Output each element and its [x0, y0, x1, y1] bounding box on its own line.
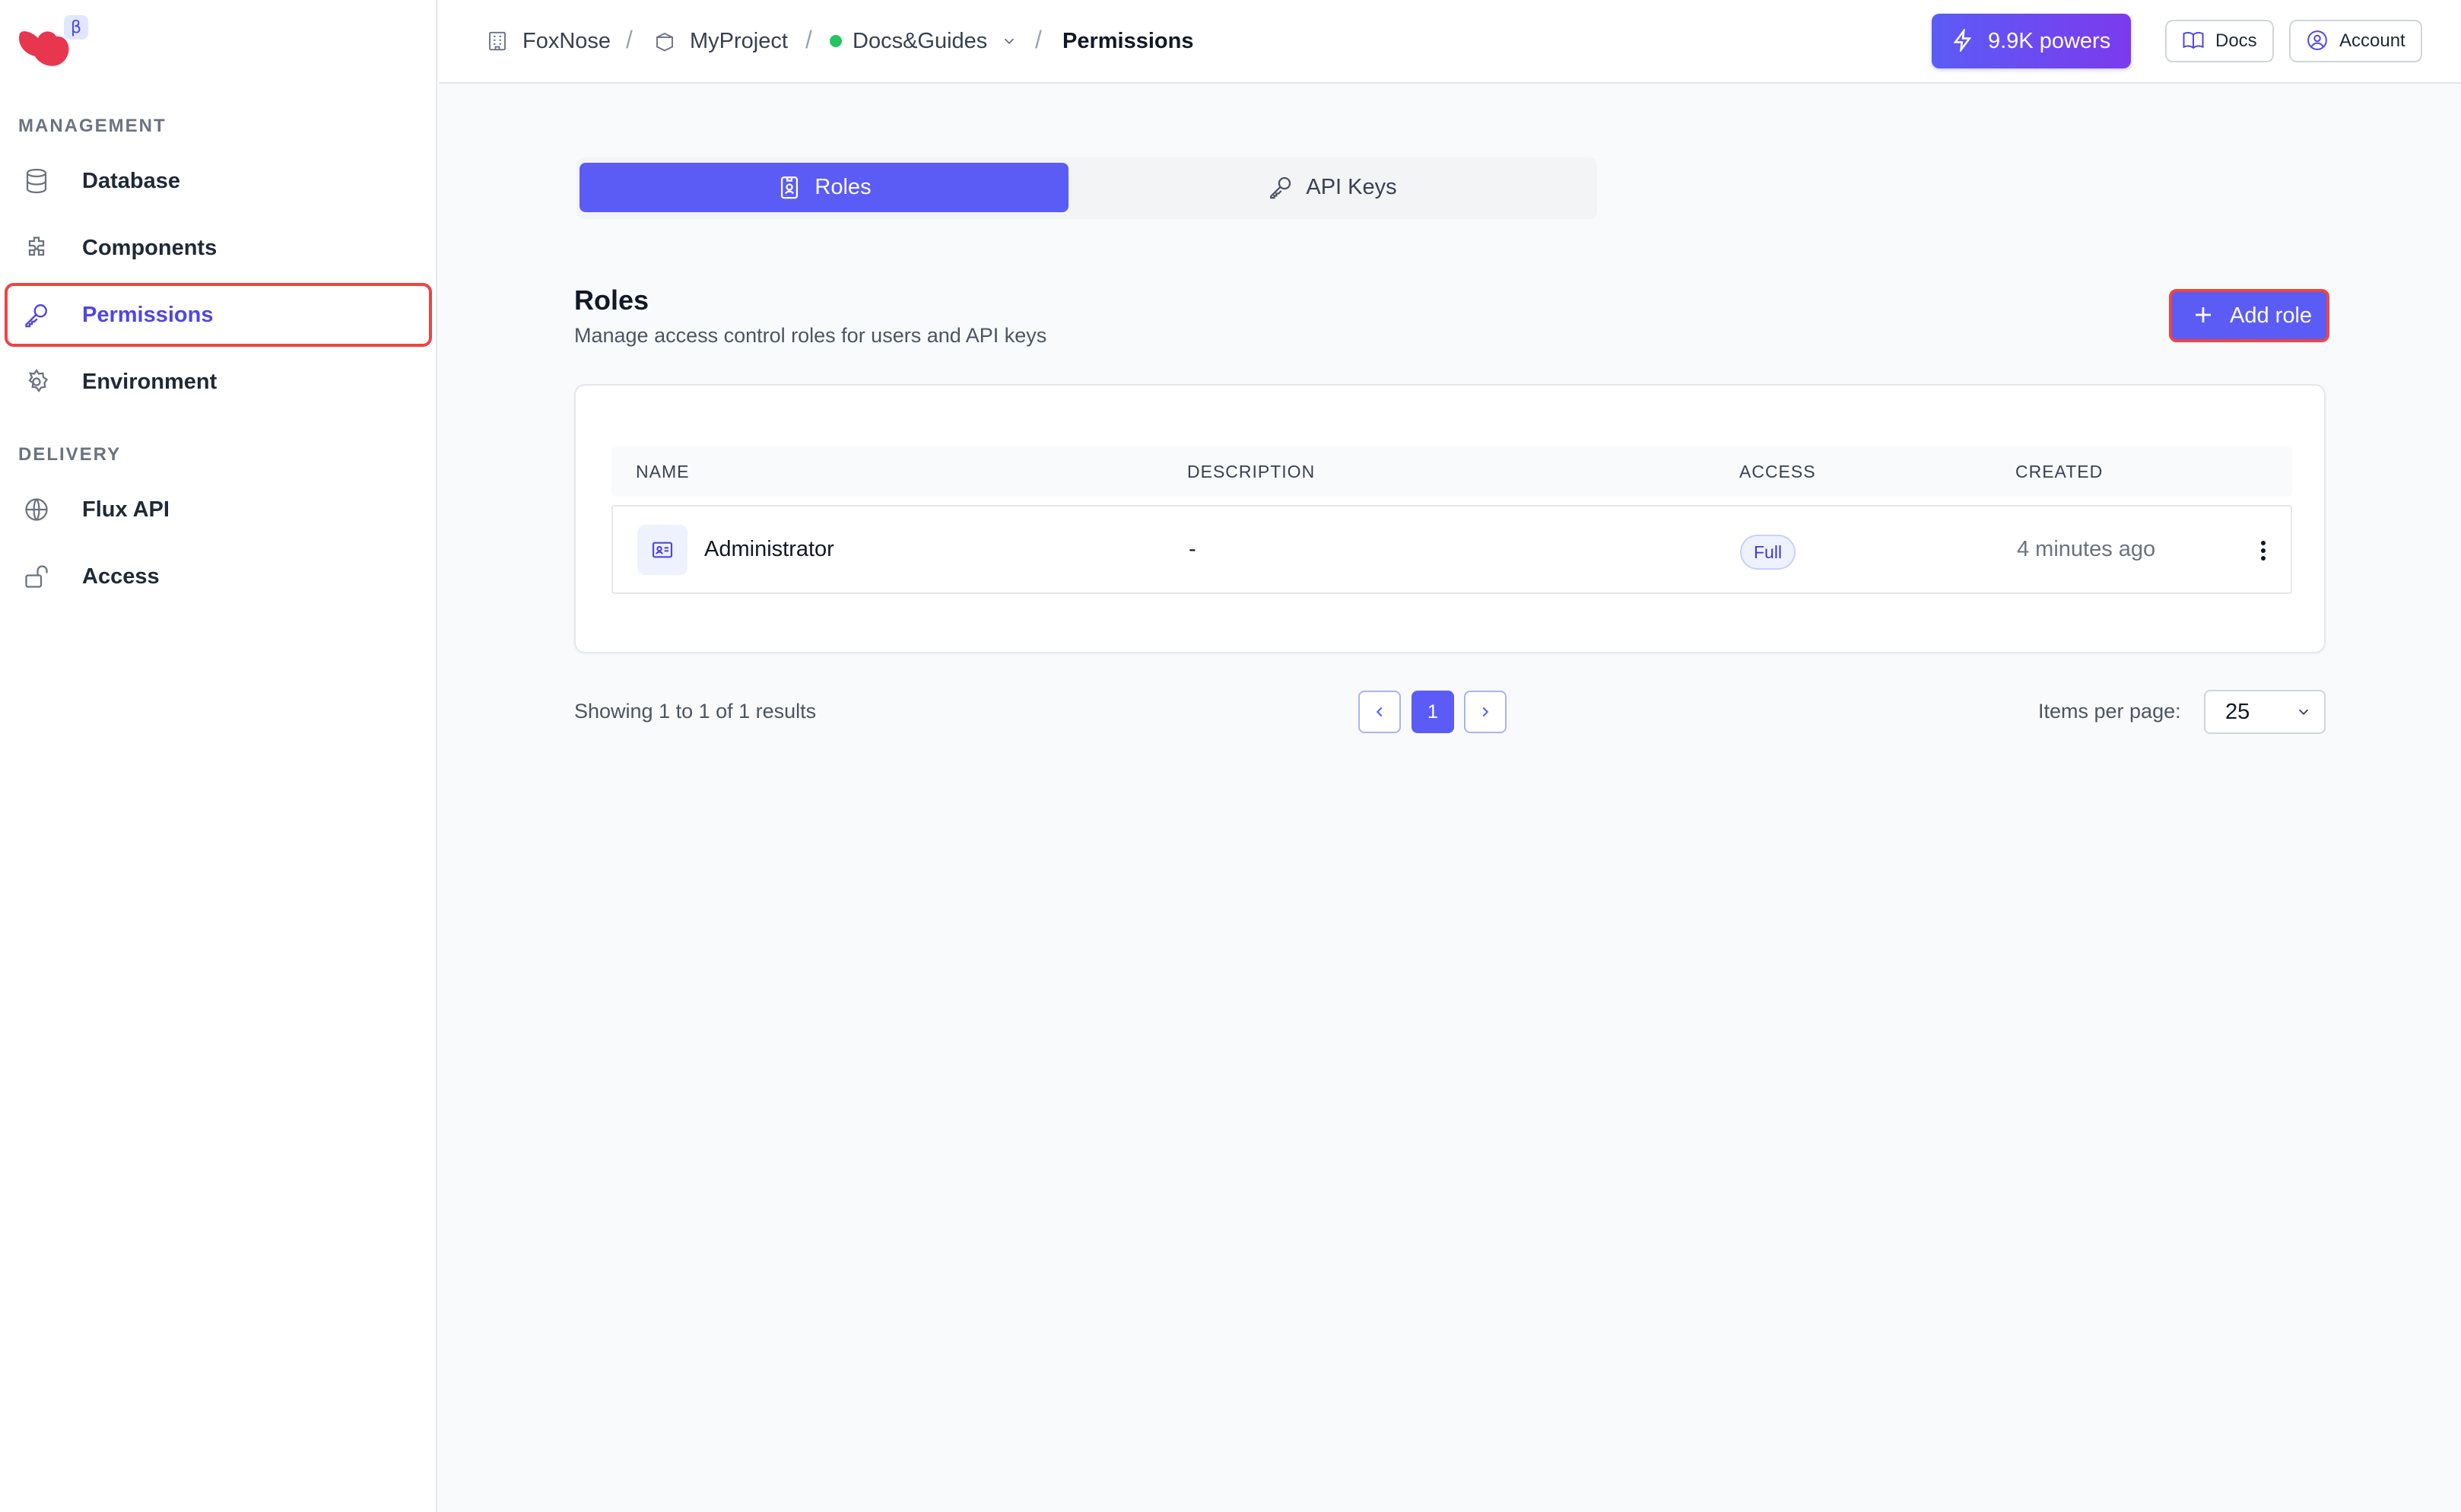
- id-badge-icon: [776, 174, 804, 202]
- table-header: NAME DESCRIPTION ACCESS CREATED: [611, 446, 2292, 497]
- role-created: 4 minutes ago: [2017, 537, 2156, 561]
- breadcrumb-separator: /: [626, 26, 633, 53]
- book-icon: [2182, 29, 2206, 53]
- section-title-delivery: DELIVERY: [18, 444, 122, 465]
- chevron-down-icon: [2295, 704, 2313, 722]
- tab-bar: Roles API Keys: [576, 157, 1597, 219]
- powers-button[interactable]: 9.9K powers: [1932, 14, 2131, 68]
- items-per-page-value: 25: [2225, 699, 2250, 724]
- unlock-icon: [20, 560, 53, 593]
- prev-page-button[interactable]: [1358, 691, 1401, 733]
- roles-table-card: NAME DESCRIPTION ACCESS CREATED Administ…: [574, 384, 2326, 653]
- more-options-icon[interactable]: [2248, 535, 2278, 566]
- docs-label: Docs: [2215, 30, 2257, 51]
- building-icon: [486, 28, 512, 54]
- key-icon: [20, 298, 53, 332]
- breadcrumb-label: Docs&Guides: [853, 28, 988, 53]
- database-icon: [20, 164, 53, 198]
- next-page-button[interactable]: [1464, 691, 1507, 733]
- sidebar-item-label: Flux API: [82, 497, 170, 522]
- breadcrumb-label: Permissions: [1062, 28, 1194, 53]
- role-name[interactable]: Administrator: [704, 537, 834, 562]
- tab-roles[interactable]: Roles: [580, 163, 1069, 212]
- sidebar-item-permissions[interactable]: Permissions: [5, 283, 432, 347]
- tab-label: API Keys: [1306, 175, 1397, 199]
- box-icon: [653, 28, 679, 54]
- sidebar-item-label: Environment: [82, 369, 218, 394]
- tab-label: Roles: [815, 175, 872, 199]
- table-row[interactable]: Administrator - Full 4 minutes ago: [611, 505, 2292, 594]
- user-circle-icon: [2306, 29, 2330, 53]
- chevron-down-icon: [1001, 33, 1018, 49]
- sidebar-item-flux-api[interactable]: Flux API: [5, 478, 432, 542]
- page-title: Roles: [574, 284, 649, 316]
- breadcrumb-environment-select[interactable]: Docs&Guides: [830, 26, 1018, 56]
- breadcrumb-separator: /: [805, 26, 812, 53]
- puzzle-icon: [20, 231, 53, 265]
- tab-api-keys[interactable]: API Keys: [1071, 163, 1594, 212]
- key-icon: [1268, 174, 1295, 202]
- account-button[interactable]: Account: [2289, 20, 2422, 62]
- page-button-current[interactable]: 1: [1412, 691, 1454, 733]
- sidebar-item-environment[interactable]: Environment: [5, 350, 432, 414]
- sidebar-item-database[interactable]: Database: [5, 149, 432, 213]
- column-header-created[interactable]: CREATED: [2015, 462, 2103, 482]
- lightning-icon: [1951, 29, 1976, 53]
- column-header-description[interactable]: DESCRIPTION: [1187, 462, 1315, 482]
- top-bar: FoxNose / MyProject / Docs&Guides / Perm…: [439, 0, 2461, 84]
- id-card-icon: [637, 525, 687, 575]
- section-title-management: MANAGEMENT: [18, 116, 167, 136]
- role-description: -: [1189, 537, 1196, 561]
- breadcrumb-myproject[interactable]: MyProject: [653, 26, 788, 56]
- add-role-button[interactable]: Add role: [2169, 289, 2329, 342]
- breadcrumb-label: FoxNose: [522, 28, 611, 53]
- sidebar: β MANAGEMENT Database Components Permiss…: [0, 0, 437, 1512]
- page-subtitle: Manage access control roles for users an…: [574, 324, 1047, 347]
- status-dot: [830, 35, 842, 47]
- items-per-page-select[interactable]: 25: [2204, 690, 2326, 734]
- powers-label: 9.9K powers: [1988, 28, 2111, 53]
- sidebar-item-label: Access: [82, 564, 160, 589]
- column-header-name[interactable]: NAME: [636, 462, 689, 482]
- breadcrumb-foxnose[interactable]: FoxNose: [486, 26, 611, 56]
- account-label: Account: [2339, 30, 2405, 51]
- results-summary: Showing 1 to 1 of 1 results: [574, 700, 817, 723]
- breadcrumb-separator: /: [1035, 26, 1042, 53]
- sidebar-item-label: Permissions: [82, 302, 214, 327]
- sidebar-item-access[interactable]: Access: [5, 545, 432, 608]
- add-role-label: Add role: [2230, 303, 2313, 328]
- breadcrumb-label: MyProject: [690, 28, 788, 53]
- chevron-left-icon: [1371, 704, 1388, 720]
- sidebar-item-label: Database: [82, 168, 180, 193]
- docs-button[interactable]: Docs: [2165, 20, 2274, 62]
- items-per-page-label: Items per page:: [2038, 700, 2181, 723]
- gear-icon: [20, 365, 53, 399]
- access-badge: Full: [1740, 535, 1796, 570]
- globe-icon: [20, 493, 53, 526]
- sidebar-item-label: Components: [82, 235, 218, 260]
- plus-icon: [2192, 303, 2216, 328]
- column-header-access[interactable]: ACCESS: [1739, 462, 1816, 482]
- beta-badge: β: [64, 15, 88, 40]
- chevron-right-icon: [1477, 704, 1494, 720]
- breadcrumb-current: Permissions: [1062, 26, 1193, 56]
- sidebar-item-components[interactable]: Components: [5, 216, 432, 280]
